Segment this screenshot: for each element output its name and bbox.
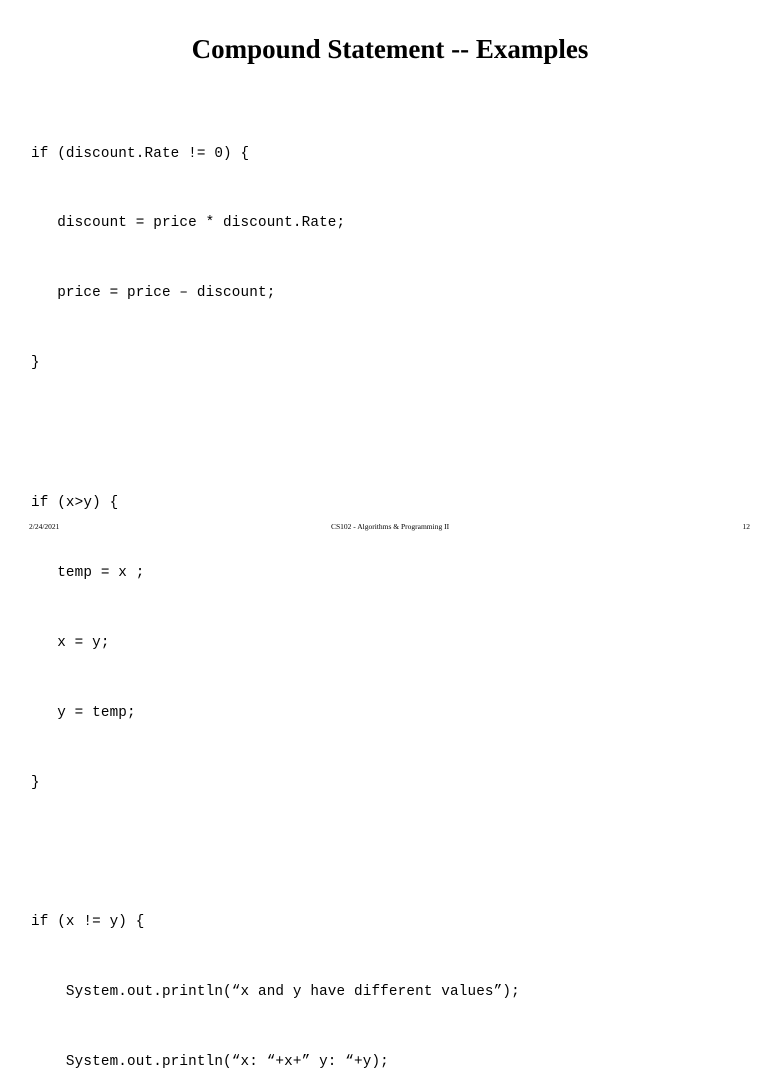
slide-footer: 2/24/2021 CS102 - Algorithms & Programmi… (0, 514, 780, 540)
page-title: Compound Statement -- Examples (191, 34, 589, 64)
code-body: if (discount.Rate != 0) { discount = pri… (31, 96, 751, 1080)
code-line: if (discount.Rate != 0) { (31, 145, 250, 162)
code-line: System.out.println(“x: “+x+” y: “+y); (31, 1054, 389, 1071)
code-line: } (31, 774, 40, 791)
block-separator (31, 422, 751, 445)
code-line: if (x>y) { (31, 495, 119, 512)
slide: Compound Statement -- Examples if (disco… (0, 0, 780, 1070)
code-line: x = y; (31, 634, 110, 651)
block-separator (31, 842, 751, 865)
code-line: discount = price * discount.Rate; (31, 215, 346, 232)
code-block-compare-if-else: if (x != y) { System.out.println(“x and … (31, 865, 751, 1080)
footer-course-label: CS102 - Algorithms & Programming II (330, 522, 450, 531)
code-line: System.out.println(“x and y have differe… (31, 984, 520, 1001)
footer-page-number: 12 (742, 522, 751, 531)
code-line: } (31, 355, 40, 372)
code-line: temp = x ; (31, 564, 145, 581)
code-line: price = price – discount; (31, 285, 276, 302)
code-block-swap-if: if (x>y) { temp = x ; x = y; y = temp; } (31, 445, 751, 841)
code-line: if (x != y) { (31, 914, 145, 931)
code-block-discount-rate-if: if (discount.Rate != 0) { discount = pri… (31, 96, 751, 422)
code-line: y = temp; (31, 704, 136, 721)
